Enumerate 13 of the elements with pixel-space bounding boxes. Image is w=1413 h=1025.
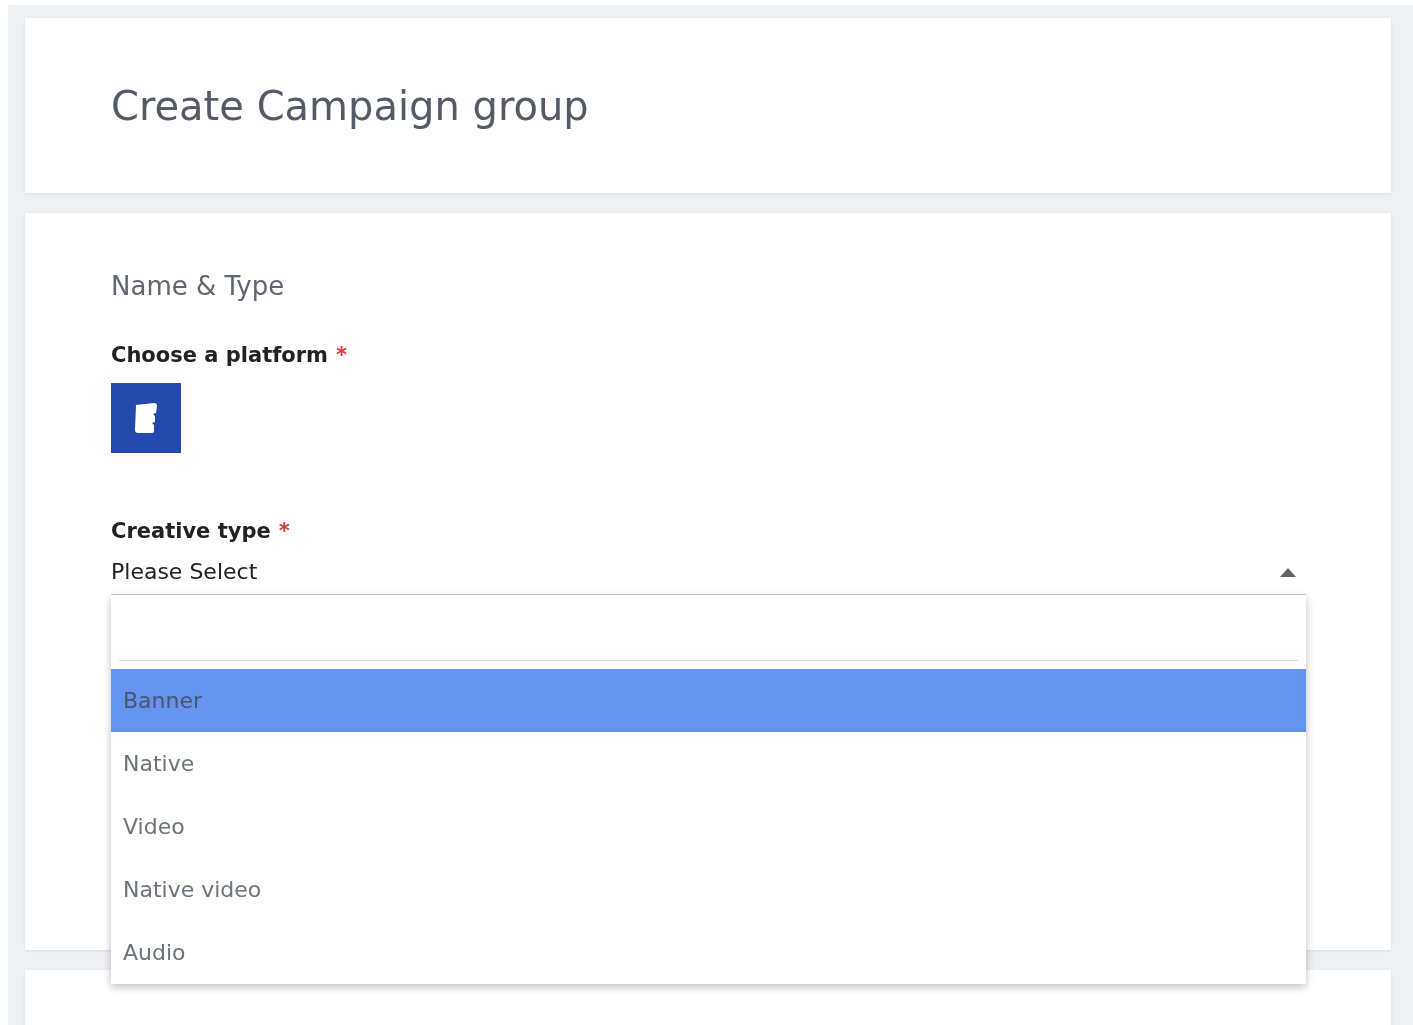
dropdown-option[interactable]: Banner [111, 669, 1306, 732]
dropdown-option[interactable]: Video [111, 795, 1306, 858]
dropdown-option[interactable]: Native [111, 732, 1306, 795]
required-mark: * [336, 343, 347, 367]
required-mark: * [278, 519, 290, 543]
field-label: Choose a platform [111, 343, 328, 367]
section-title: Name & Type [111, 271, 286, 301]
field-label: Creative type [111, 519, 271, 543]
dropdown-option[interactable]: Native video [111, 858, 1306, 921]
caret-icon [1280, 566, 1296, 577]
platform-button[interactable] [111, 383, 181, 453]
dropdown-option[interactable]: Audio [111, 921, 1306, 984]
page-title: Create Campaign group [111, 82, 589, 129]
